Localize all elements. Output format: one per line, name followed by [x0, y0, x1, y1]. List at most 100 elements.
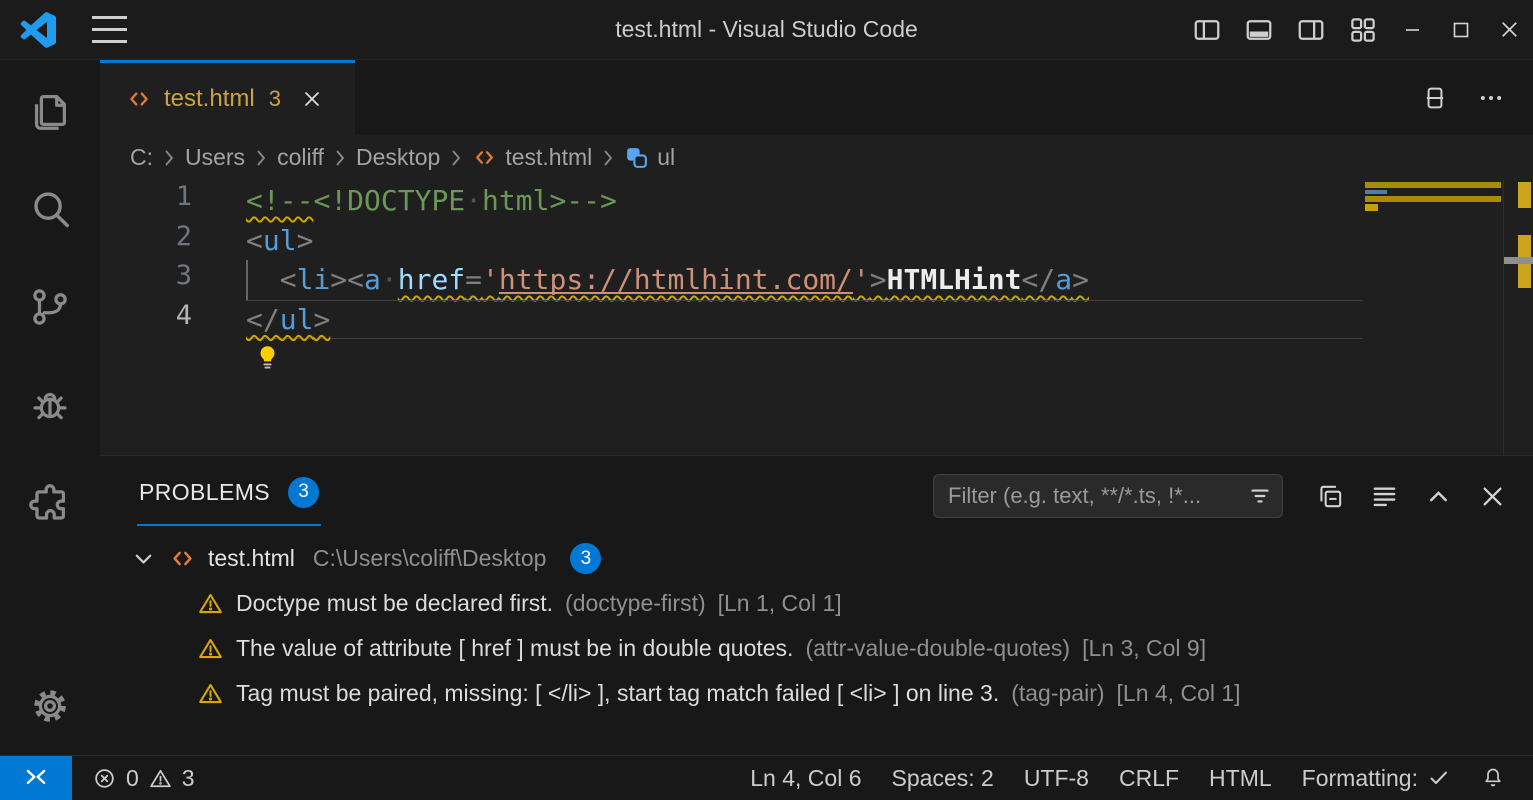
tab-problems[interactable]: PROBLEMS 3 [137, 460, 321, 526]
extensions-icon[interactable] [27, 480, 73, 526]
breadcrumb-label: Users [185, 144, 245, 171]
remote-icon [23, 765, 49, 791]
toggle-primary-sidebar-icon[interactable] [1181, 0, 1233, 60]
code-token[interactable]: <!-- [246, 184, 313, 217]
source-control-icon[interactable] [27, 284, 73, 330]
tab-label: test.html [164, 85, 255, 113]
breadcrumb-segment-coliff[interactable]: coliff [277, 144, 324, 171]
code-token[interactable]: · [381, 263, 398, 296]
status-language[interactable]: HTML [1209, 765, 1272, 792]
problem-location: [Ln 1, Col 1] [718, 590, 842, 617]
code-token[interactable]: </ [1021, 263, 1055, 296]
tab-close-icon[interactable] [301, 88, 323, 110]
code-line-2[interactable]: <ul> [246, 221, 1363, 261]
customize-layout-icon[interactable] [1337, 0, 1389, 60]
maximize-button[interactable] [1437, 0, 1485, 60]
status-indentation[interactable]: Spaces: 2 [892, 765, 994, 792]
minimap-line-2 [1365, 190, 1387, 194]
code-token[interactable]: · [465, 184, 482, 217]
code-token[interactable]: > [297, 224, 314, 257]
warning-count: 3 [182, 765, 195, 792]
html-file-icon [169, 545, 196, 572]
status-eol[interactable]: CRLF [1119, 765, 1179, 792]
code-token[interactable]: < [246, 224, 263, 257]
code-token[interactable]: </ [246, 303, 280, 336]
code-token[interactable]: ' [853, 263, 870, 296]
code-token[interactable]: html>--> [482, 184, 617, 217]
code-token[interactable]: > [1072, 263, 1089, 296]
toggle-panel-icon[interactable] [1233, 0, 1285, 60]
toggle-secondary-sidebar-icon[interactable] [1285, 0, 1337, 60]
run-debug-icon[interactable] [27, 382, 73, 428]
more-actions-icon[interactable] [1477, 84, 1505, 112]
warning-icon [197, 590, 224, 617]
menu-icon[interactable] [92, 16, 127, 43]
problems-file-path: C:\Users\coliff\Desktop [313, 545, 546, 572]
breadcrumb-segment-users[interactable]: Users [185, 144, 245, 171]
code-token[interactable]: > [870, 263, 887, 296]
lightbulb-icon[interactable] [254, 264, 321, 452]
vscode-window: test.html - Visual Studio Code [0, 0, 1533, 800]
check-icon [1427, 766, 1451, 790]
code-token[interactable]: = [465, 263, 482, 296]
breadcrumb-segment-symbol[interactable]: ul [624, 144, 675, 171]
code-token[interactable]: ul [280, 303, 314, 336]
filter-input[interactable] [933, 474, 1283, 518]
code-line-4[interactable]: </ul> [246, 300, 1363, 340]
minimize-button[interactable] [1389, 0, 1437, 60]
view-as-table-icon[interactable] [1370, 482, 1399, 511]
code-token[interactable]: ' [482, 263, 499, 296]
code-token[interactable]: a [1055, 263, 1072, 296]
code-token[interactable]: > [313, 303, 330, 336]
overview-ruler[interactable] [1503, 180, 1533, 455]
code-line-1[interactable]: <!--<!DOCTYPE·html>--> [246, 181, 1363, 221]
code-token[interactable]: >< [330, 263, 364, 296]
status-formatting[interactable]: Formatting: [1302, 765, 1451, 792]
chevron-right-icon [333, 147, 347, 169]
breadcrumb-segment-desktop[interactable]: Desktop [356, 144, 440, 171]
remote-indicator[interactable] [0, 756, 72, 800]
tab-test-html[interactable]: test.html 3 [100, 60, 355, 135]
minimap[interactable] [1363, 180, 1503, 455]
ruler-warning-mark [1518, 182, 1531, 208]
problems-tab-label: PROBLEMS [139, 479, 270, 506]
code-editor[interactable]: 1234 <!--<!DOCTYPE·html>--><ul> <li><a·h… [100, 180, 1533, 455]
breadcrumb-label: test.html [505, 144, 592, 171]
title-bar: test.html - Visual Studio Code [0, 0, 1533, 60]
error-count-icon [92, 766, 117, 791]
code-token[interactable]: <!DOCTYPE [313, 184, 465, 217]
collapse-all-icon[interactable] [1316, 482, 1345, 511]
warning-squiggle: </ul> [246, 303, 330, 336]
split-editor-icon[interactable] [1421, 84, 1449, 112]
explorer-icon[interactable] [27, 88, 73, 134]
status-problems[interactable]: 0 3 [92, 765, 195, 792]
code-token[interactable]: HTMLHint [887, 263, 1022, 296]
settings-gear-icon[interactable] [27, 683, 73, 729]
breadcrumb-label: ul [657, 144, 675, 171]
close-panel-icon[interactable] [1478, 482, 1507, 511]
tab-problem-count: 3 [269, 86, 281, 112]
problem-item[interactable]: The value of attribute [ href ] must be … [100, 626, 1533, 671]
code-token[interactable]: a [364, 263, 381, 296]
problem-item[interactable]: Tag must be paired, missing: [ </li> ], … [100, 671, 1533, 716]
problem-rule: (tag-pair) [1011, 680, 1104, 707]
chevron-right-icon [449, 147, 463, 169]
chevron-down-icon [130, 545, 157, 572]
search-icon[interactable] [27, 186, 73, 232]
close-button[interactable] [1485, 0, 1533, 60]
code-token[interactable]: https://htmlhint.com/ [499, 263, 853, 296]
status-encoding[interactable]: UTF-8 [1024, 765, 1089, 792]
problem-message: The value of attribute [ href ] must be … [236, 635, 793, 662]
line-number: 3 [100, 260, 246, 300]
code-line-3[interactable]: <li><a·href='https://htmlhint.com/'>HTML… [246, 260, 1363, 300]
code-token[interactable]: ul [263, 224, 297, 257]
status-cursor-position[interactable]: Ln 4, Col 6 [750, 765, 861, 792]
code-token[interactable]: href [398, 263, 465, 296]
problem-item[interactable]: Doctype must be declared first.(doctype-… [100, 581, 1533, 626]
notifications-bell-icon[interactable] [1481, 766, 1505, 790]
breadcrumb-segment-file[interactable]: test.html [472, 144, 592, 171]
maximize-panel-icon[interactable] [1424, 482, 1453, 511]
problems-file-row[interactable]: test.htmlC:\Users\coliff\Desktop3 [100, 536, 1533, 581]
breadcrumb-segment-drive[interactable]: C: [130, 144, 153, 171]
line-number: 2 [100, 221, 246, 261]
